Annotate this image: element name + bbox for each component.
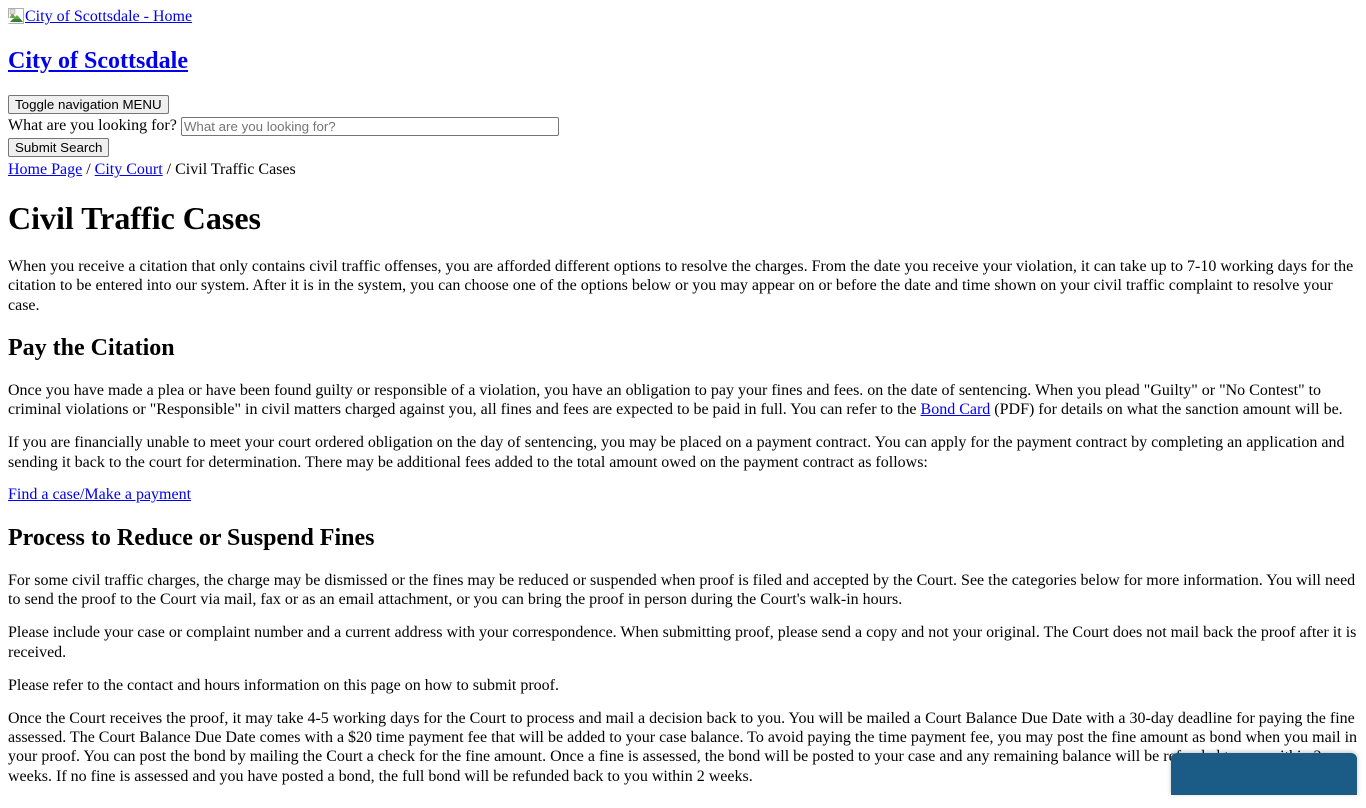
pay-citation-paragraph-1: Once you have made a plea or have been f… xyxy=(8,381,1358,419)
bond-card-link[interactable]: Bond Card xyxy=(921,401,991,418)
find-case-make-payment-link[interactable]: Find a case/Make a payment xyxy=(8,486,191,503)
section-title-process-to-reduce-or-suspend-fines: Process to Reduce or Suspend Fines xyxy=(8,524,375,551)
broken-image-icon xyxy=(8,8,24,24)
chat-widget-button[interactable] xyxy=(1171,753,1357,795)
submit-search-button[interactable]: Submit Search xyxy=(8,138,110,158)
site-title: City of Scottsdale xyxy=(8,48,1358,74)
breadcrumb-item-current: Civil Traffic Cases xyxy=(175,161,296,179)
breadcrumb-item-city-court[interactable]: City Court xyxy=(95,161,163,178)
home-logo-label: City of Scottsdale - Home xyxy=(25,8,193,25)
nav-toggle-row: Toggle navigation MENU xyxy=(8,95,1358,115)
breadcrumb-item-home-page[interactable]: Home Page xyxy=(8,161,82,178)
intro-paragraph: When you receive a citation that only co… xyxy=(8,258,1354,314)
breadcrumb-separator-1: / xyxy=(82,161,95,179)
find-case-make-payment-row: Find a case/Make a payment xyxy=(8,486,1358,505)
breadcrumb: Home Page / City Court / Civil Traffic C… xyxy=(8,161,1358,180)
reduce-fines-paragraph-2: Please include your case or complaint nu… xyxy=(8,624,1357,661)
submit-search-row: Submit Search xyxy=(8,138,1358,158)
section-title-pay-the-citation: Pay the Citation xyxy=(8,334,175,361)
home-logo-link[interactable]: City of Scottsdale - Home xyxy=(8,8,192,27)
search-label: What are you looking for? xyxy=(8,117,177,135)
reduce-fines-paragraph-1: For some civil traffic charges, the char… xyxy=(8,572,1356,609)
pay-citation-paragraph-2: If you are financially unable to meet yo… xyxy=(8,434,1345,471)
page-title: Civil Traffic Cases xyxy=(8,199,261,236)
reduce-fines-paragraph-4: Once the Court receives the proof, it ma… xyxy=(8,710,1358,785)
site-title-link[interactable]: City of Scottsdale xyxy=(8,48,188,74)
search-row: What are you looking for? xyxy=(8,117,1358,137)
search-input[interactable] xyxy=(180,117,559,137)
page-container: City of Scottsdale - Home City of Scotts… xyxy=(0,0,1366,808)
reduce-fines-paragraph-3: Please refer to the contact and hours in… xyxy=(8,676,559,694)
toggle-navigation-button[interactable]: Toggle navigation MENU xyxy=(8,95,169,115)
breadcrumb-separator-2: / xyxy=(162,161,176,179)
pay-citation-text-after-link: (PDF) for details on what the sanction a… xyxy=(990,401,1343,419)
